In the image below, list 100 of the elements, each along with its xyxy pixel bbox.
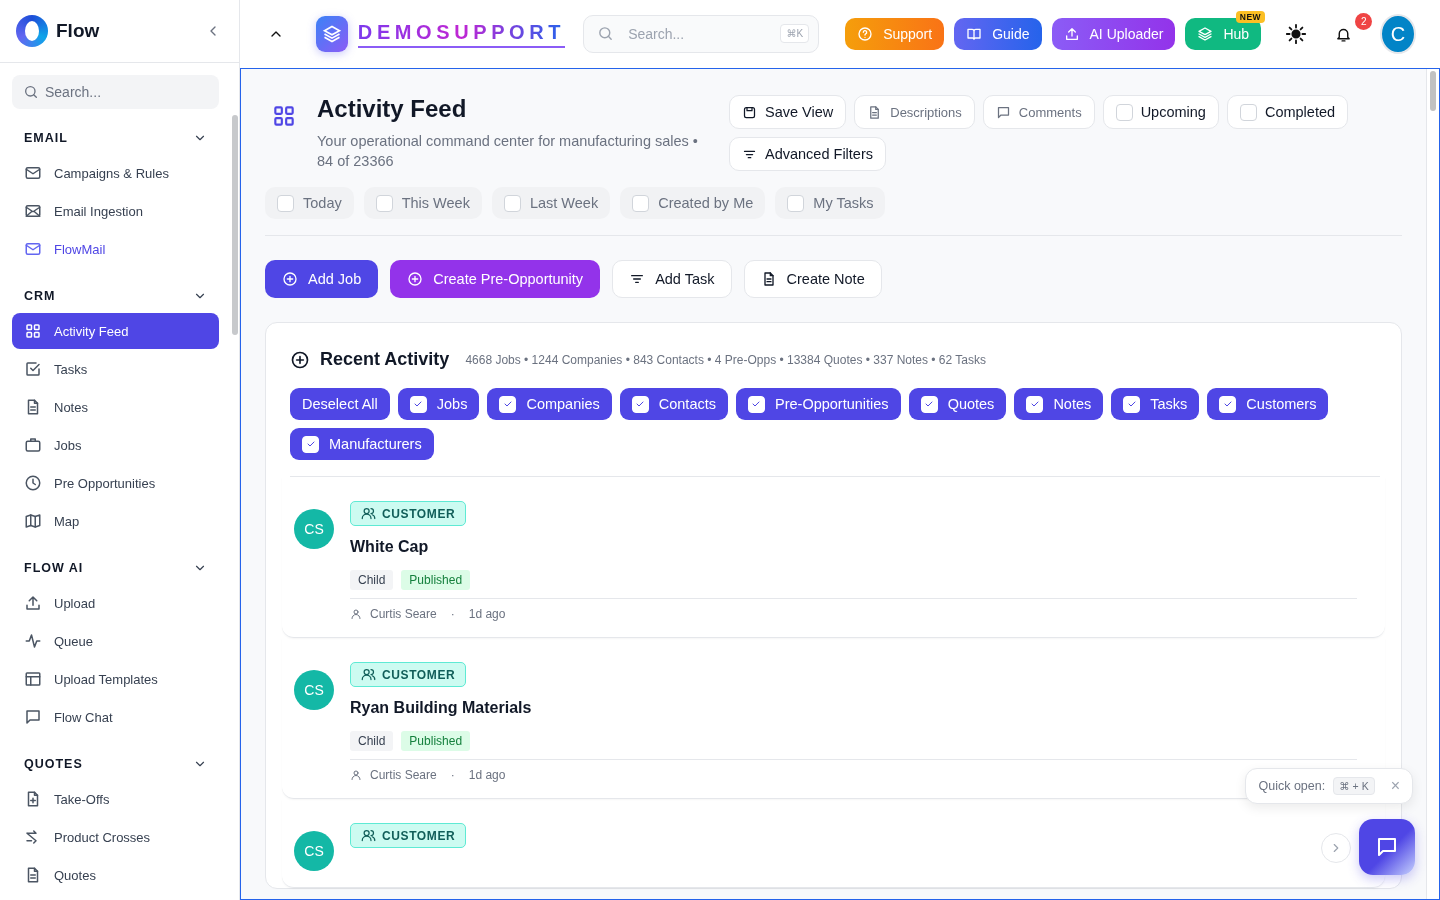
activity-title[interactable]: White Cap bbox=[350, 538, 1357, 556]
envelope-icon bbox=[24, 164, 42, 182]
sidebar-item[interactable]: Jobs bbox=[12, 427, 219, 463]
separator-dot: · bbox=[450, 768, 455, 782]
sidebar-item[interactable]: Product Crosses bbox=[12, 819, 219, 855]
filter-toggle[interactable]: Completed bbox=[1226, 95, 1349, 129]
sidebar-item[interactable]: Upload Templates bbox=[12, 661, 219, 697]
users-icon bbox=[361, 667, 376, 682]
separator-dot: · bbox=[450, 607, 455, 621]
user-icon bbox=[350, 608, 362, 620]
section-header[interactable]: QUOTES bbox=[12, 735, 219, 779]
type-filter-pill[interactable]: Companies bbox=[487, 388, 612, 420]
uploader-button[interactable]: AI Uploader bbox=[1051, 18, 1176, 50]
grid-icon bbox=[24, 322, 42, 340]
status-tag: Child bbox=[350, 731, 394, 751]
upload-icon bbox=[1063, 26, 1080, 42]
type-badge: CUSTOMER bbox=[350, 501, 467, 526]
date-filter-chip[interactable]: My Tasks bbox=[775, 187, 886, 219]
type-filter-pill[interactable]: Tasks bbox=[1111, 388, 1200, 420]
section-header[interactable]: CRM bbox=[12, 267, 219, 311]
sidebar-item[interactable]: Map bbox=[12, 503, 219, 539]
section-header[interactable]: EMAIL bbox=[12, 109, 219, 153]
author-name: Curtis Seare bbox=[370, 768, 437, 782]
layout-icon bbox=[24, 670, 42, 688]
app-name: Flow bbox=[56, 20, 101, 42]
action-button[interactable]: Add Job bbox=[265, 260, 379, 298]
plus-circle-icon bbox=[282, 271, 298, 287]
sidebar-item[interactable]: Take-Offs bbox=[12, 781, 219, 817]
sidebar-item[interactable]: Email Ingestion bbox=[12, 193, 219, 229]
layers-icon bbox=[1197, 26, 1214, 42]
envelope-icon bbox=[24, 240, 42, 258]
avatar-initials: CS bbox=[294, 831, 334, 871]
user-avatar[interactable]: C bbox=[1380, 14, 1416, 54]
shortcut-hint: ⌘ + K bbox=[1333, 777, 1375, 795]
status-tag: Published bbox=[401, 731, 471, 751]
type-badge: CUSTOMER bbox=[350, 662, 467, 687]
sidebar-item[interactable]: Tasks bbox=[12, 351, 219, 387]
sidebar-item[interactable]: Campaigns & Rules bbox=[12, 155, 219, 191]
grid-icon bbox=[271, 103, 297, 129]
avatar-initials: CS bbox=[294, 509, 334, 549]
notification-count: 2 bbox=[1355, 12, 1373, 30]
checkbox[interactable] bbox=[1115, 103, 1133, 121]
search-icon bbox=[597, 25, 615, 42]
date-filter-chip[interactable]: Last Week bbox=[491, 187, 611, 219]
deselect-all-button[interactable]: Deselect All bbox=[290, 388, 390, 420]
type-filter-pill[interactable]: Quotes bbox=[908, 388, 1007, 420]
sidebar-item[interactable]: Upload bbox=[12, 585, 219, 621]
activity-stats: 4668 Jobs • 1244 Companies • 843 Contacts • 4 Pre-Opps • 13384 Quotes • 337 Notes • 62 Tasks bbox=[465, 352, 986, 367]
sidebar-item[interactable]: Activity Feed bbox=[12, 313, 219, 349]
sidebar-item[interactable]: FlowMail bbox=[12, 231, 219, 267]
speech-bubble-icon bbox=[24, 708, 42, 726]
sidebar-item[interactable]: Notes bbox=[12, 389, 219, 425]
toast-label: Quick open: bbox=[1258, 779, 1326, 793]
book-icon bbox=[966, 26, 983, 42]
date-filter-chip[interactable]: This Week bbox=[363, 187, 482, 219]
date-filter-chip[interactable]: Today bbox=[265, 187, 354, 219]
map-icon bbox=[24, 512, 42, 530]
sidebar-item[interactable]: Flow Chat bbox=[12, 699, 219, 735]
users-icon bbox=[361, 828, 376, 843]
sidebar-item[interactable]: Queue bbox=[12, 623, 219, 659]
type-filter-pill[interactable]: Customers bbox=[1207, 388, 1329, 420]
speech-bubble-icon bbox=[995, 104, 1011, 120]
date-filter-chip[interactable]: Created by Me bbox=[620, 187, 766, 219]
toolbar-button[interactable]: Advanced Filters bbox=[729, 137, 886, 171]
author-name: Curtis Seare bbox=[370, 607, 437, 621]
toolbar-button[interactable]: Comments bbox=[982, 95, 1095, 129]
type-filter-pill[interactable]: Manufacturers bbox=[290, 428, 434, 460]
toolbar-button[interactable]: Descriptions bbox=[854, 95, 975, 129]
clock-icon bbox=[24, 474, 42, 492]
action-button[interactable]: Create Note bbox=[743, 260, 882, 298]
plus-circle-icon bbox=[407, 271, 424, 287]
type-filter-pill[interactable]: Contacts bbox=[619, 388, 728, 420]
page-subtitle: Your operational command center for manufacturing sales • 84 of 23366 bbox=[317, 132, 699, 171]
status-tag: Published bbox=[401, 570, 471, 590]
checkbox[interactable] bbox=[1239, 103, 1257, 121]
brand-logo-icon bbox=[316, 16, 348, 52]
activity-title[interactable]: Ryan Building Materials bbox=[350, 699, 1357, 717]
type-badge: CUSTOMER bbox=[350, 823, 467, 848]
timestamp: 1d ago bbox=[468, 607, 506, 621]
guide-button[interactable]: Guide bbox=[954, 18, 1042, 50]
filter-toggle[interactable]: Upcoming bbox=[1102, 95, 1219, 129]
sidebar-item[interactable]: Pre Opportunities bbox=[12, 465, 219, 501]
action-button[interactable]: Add Task bbox=[612, 260, 732, 298]
section-header[interactable]: FLOW AI bbox=[12, 539, 219, 583]
sidebar-search-field[interactable]: Search... bbox=[12, 75, 219, 109]
type-filter-pill[interactable]: Jobs bbox=[397, 388, 480, 420]
page-title: Activity Feed bbox=[317, 95, 468, 123]
chat-button[interactable] bbox=[1359, 819, 1415, 875]
sidebar-item[interactable]: Quotes bbox=[12, 857, 219, 893]
action-button[interactable]: Create Pre-Opportunity bbox=[390, 260, 601, 298]
speech-bubble-icon bbox=[1375, 835, 1399, 859]
type-filter-pill[interactable]: Pre-Opportunities bbox=[736, 388, 901, 420]
type-filter-pill[interactable]: Notes bbox=[1014, 388, 1104, 420]
checkbox-icon bbox=[24, 360, 42, 378]
toolbar-button[interactable]: Save View bbox=[729, 95, 847, 129]
briefcase-icon bbox=[24, 436, 42, 454]
users-icon bbox=[361, 506, 376, 521]
timestamp: 1d ago bbox=[468, 768, 506, 782]
envelope-icon bbox=[24, 202, 42, 220]
shortcut-hint: ⌘K bbox=[780, 24, 810, 43]
